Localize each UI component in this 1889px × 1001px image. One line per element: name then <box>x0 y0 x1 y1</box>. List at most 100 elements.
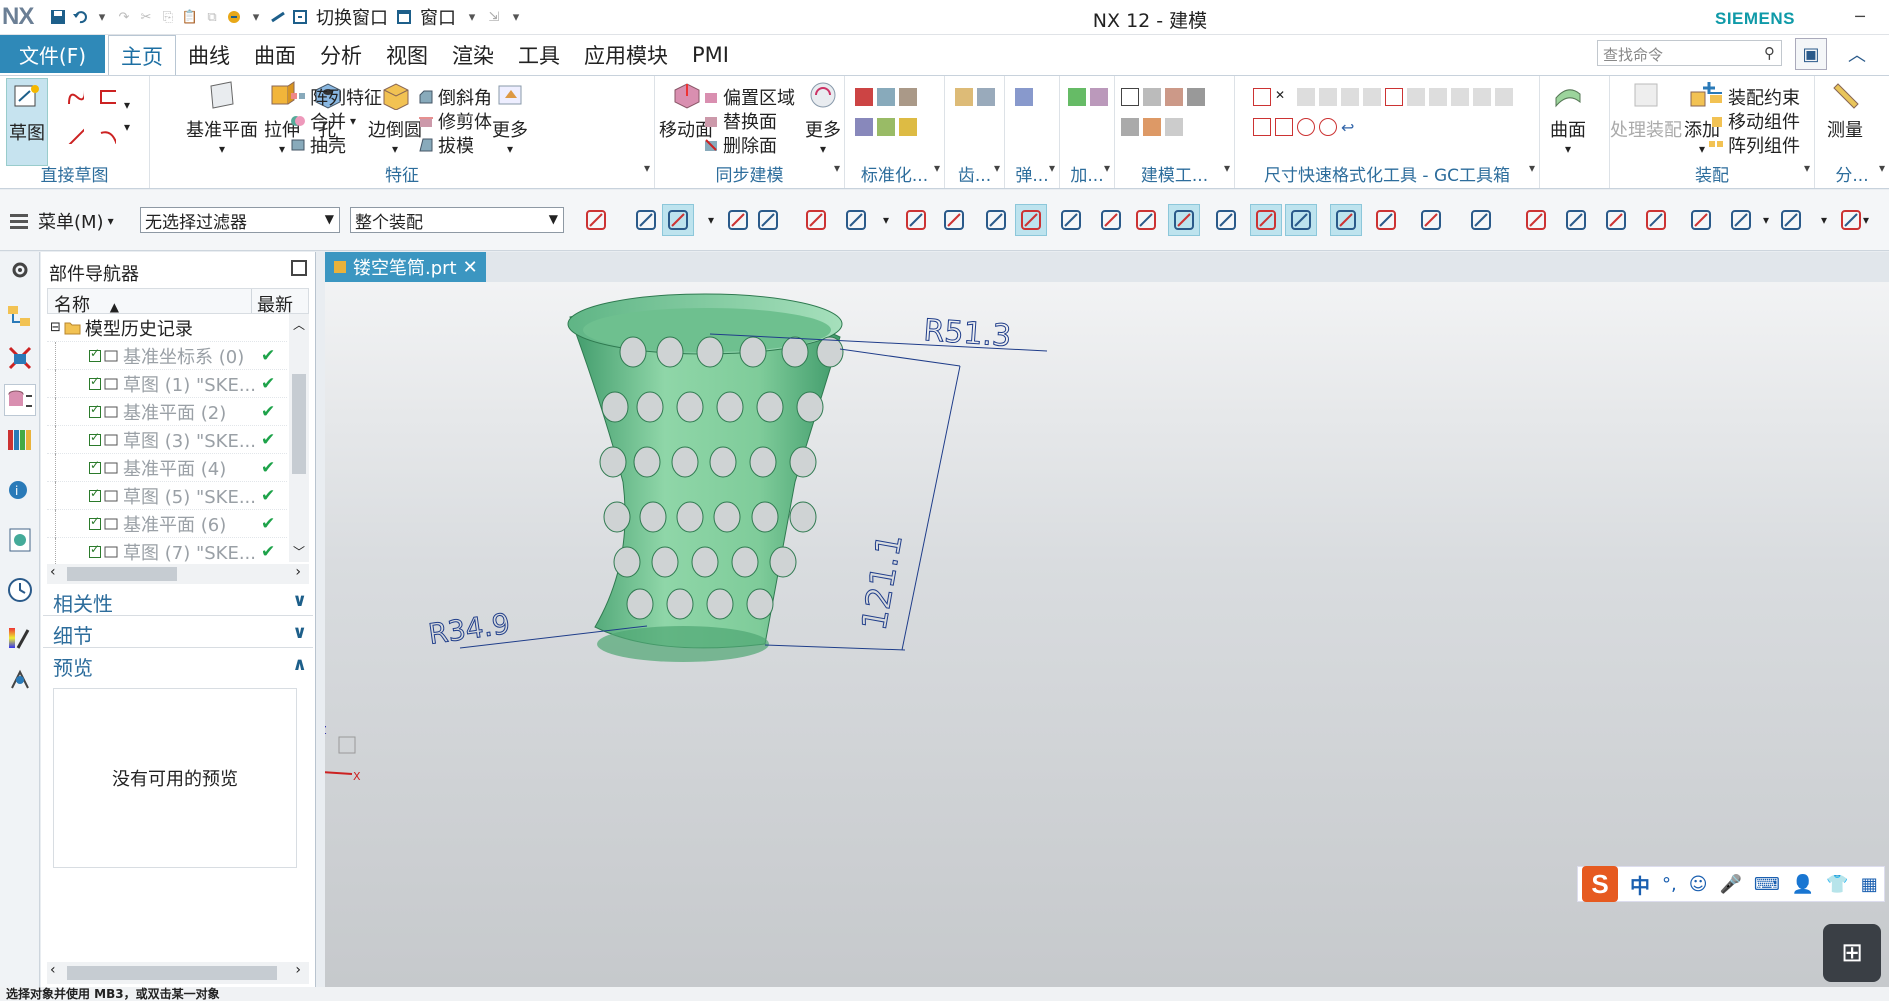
repeat-command-icon[interactable] <box>224 6 244 28</box>
gc-tool-11-icon[interactable] <box>1473 88 1491 106</box>
gc-tool-2-icon[interactable]: ✕ <box>1275 88 1293 106</box>
standard-part-icon[interactable] <box>855 88 873 106</box>
preview-horizontal-scrollbar[interactable]: ‹ › <box>47 962 309 984</box>
section-view-icon[interactable] <box>1685 204 1717 236</box>
switch-window-icon[interactable] <box>290 6 310 28</box>
qat-dropdown-icon[interactable]: ▾ <box>506 6 526 28</box>
pen-holder-model[interactable] <box>567 293 844 662</box>
standard-part-2-icon[interactable] <box>877 88 895 106</box>
punctuation-icon[interactable]: °, <box>1662 874 1677 895</box>
scroll-down-icon[interactable]: ﹀ <box>293 543 305 560</box>
gc-tool-3-icon[interactable] <box>1297 88 1315 106</box>
repeat-dropdown-icon[interactable]: ▾ <box>246 6 266 28</box>
height-dimension[interactable]: 121.1 <box>854 530 911 634</box>
sync-more-dropdown-icon[interactable]: ▾ <box>820 142 826 156</box>
profile-icon[interactable] <box>66 86 84 104</box>
column-divider[interactable] <box>251 289 252 313</box>
tab-0[interactable]: 主页 <box>108 35 176 75</box>
modeling-tool-6-icon[interactable] <box>1143 118 1161 136</box>
gc-tool-7-icon[interactable] <box>1385 88 1403 106</box>
collapse-icon[interactable]: ⊟ <box>50 320 61 335</box>
horizontal-scroll-thumb[interactable] <box>67 567 177 581</box>
render-style-dropdown-icon[interactable]: ▾ <box>1818 204 1830 236</box>
modeling-tool-5-icon[interactable] <box>1121 118 1139 136</box>
feature-more-button[interactable]: 更多 ▾ <box>492 78 528 156</box>
arc-center-snap-icon[interactable] <box>1210 204 1242 236</box>
tab-3[interactable]: 分析 <box>308 35 374 75</box>
standard-part-3-icon[interactable] <box>899 88 917 106</box>
rotate-view-icon[interactable] <box>1600 204 1632 236</box>
rectangle-icon[interactable] <box>98 86 116 104</box>
bottom-radius-dimension[interactable]: R34.9 <box>426 606 513 651</box>
datum-plane-dropdown-icon[interactable]: ▾ <box>219 142 225 156</box>
tree-item[interactable]: 基准平面 (2) ✔ <box>47 397 287 426</box>
modeling-tool-3-icon[interactable] <box>1165 88 1183 106</box>
pattern-component-button[interactable]: 阵列组件 <box>1708 132 1800 158</box>
midpoint-snap-icon[interactable] <box>1055 204 1087 236</box>
search-icon[interactable]: ⚲ <box>1764 44 1775 62</box>
system-materials-icon[interactable] <box>4 622 36 654</box>
box-selection-icon[interactable] <box>840 204 872 236</box>
rotate-selection-icon[interactable] <box>722 204 754 236</box>
tab-4[interactable]: 视图 <box>374 35 440 75</box>
assembly-constraint-button[interactable]: 装配约束 <box>1708 84 1800 110</box>
gc-tool-1-icon[interactable] <box>1253 88 1271 106</box>
modeling-tool-4-icon[interactable] <box>1187 88 1205 106</box>
preview-scroll-left-icon[interactable]: ‹ <box>50 962 56 978</box>
intersection-snap-icon[interactable] <box>1168 204 1200 236</box>
sketch-gallery-dropdown[interactable]: ▾ <box>124 120 130 134</box>
standard-part-4-icon[interactable] <box>855 118 873 136</box>
arc-icon[interactable] <box>98 126 116 144</box>
tree-item[interactable]: 基准平面 (4) ✔ <box>47 453 287 482</box>
spring-dropdown-icon[interactable]: ▾ <box>1049 161 1055 175</box>
gc-tool-5-icon[interactable] <box>1341 88 1359 106</box>
toolbox-icon[interactable]: ▦ <box>1861 874 1878 895</box>
details-section[interactable]: 细节 ∨ <box>43 620 313 648</box>
visibility-checkbox[interactable] <box>89 486 101 502</box>
move-component-button[interactable]: 移动组件 <box>1708 108 1800 134</box>
bevel-gear-icon[interactable] <box>977 88 995 106</box>
assembly-group-dropdown-icon[interactable]: ▾ <box>1804 161 1810 175</box>
offset-region-button[interactable]: 偏置区域 <box>703 84 795 110</box>
fit-view-icon[interactable] <box>1520 204 1552 236</box>
unite-button[interactable]: 合并 ▾ <box>290 108 356 134</box>
select-filter-icon[interactable] <box>662 204 694 236</box>
zoom-icon[interactable] <box>1725 204 1757 236</box>
tree-item[interactable]: 草图 (1) "SKE...✔ <box>47 369 287 398</box>
select-face-icon[interactable] <box>938 204 970 236</box>
select-body-icon[interactable] <box>900 204 932 236</box>
top-radius-dimension[interactable]: R51.3 <box>922 313 1013 355</box>
tab-6[interactable]: 工具 <box>506 35 572 75</box>
tab-5[interactable]: 渲染 <box>440 35 506 75</box>
measure-button[interactable]: 测量 <box>1827 78 1863 142</box>
gc-tool-14-icon[interactable] <box>1275 118 1293 136</box>
gc-tool-9-icon[interactable] <box>1429 88 1447 106</box>
tab-2[interactable]: 曲面 <box>242 35 308 75</box>
snap-settings-icon[interactable] <box>630 204 662 236</box>
show-hide-icon[interactable] <box>580 204 612 236</box>
visibility-checkbox[interactable] <box>89 346 101 362</box>
tree-item[interactable]: 草图 (3) "SKE...✔ <box>47 425 287 454</box>
new-note-button[interactable]: ⊞ <box>1823 924 1881 982</box>
ime-language-toggle[interactable]: 中 <box>1630 870 1650 899</box>
preview-scroll-thumb[interactable] <box>67 966 277 980</box>
tangent-point-icon[interactable] <box>1415 204 1447 236</box>
gc-tool-4-icon[interactable] <box>1319 88 1337 106</box>
visibility-checkbox[interactable] <box>89 430 101 446</box>
undo-dropdown-icon[interactable]: ▾ <box>92 6 112 28</box>
sync-more-button[interactable]: 更多 ▾ <box>805 78 841 156</box>
sogou-logo-icon[interactable]: S <box>1582 866 1618 902</box>
gc-tool-13-icon[interactable] <box>1253 118 1271 136</box>
tree-item[interactable]: 草图 (7) "SKE...✔ <box>47 537 287 564</box>
process-studio-icon[interactable] <box>4 664 36 696</box>
cube-selection-icon[interactable] <box>800 204 832 236</box>
visibility-checkbox[interactable] <box>89 402 101 418</box>
keyboard-icon[interactable]: ⌨ <box>1754 874 1780 895</box>
collapse-ribbon-icon[interactable]: ︿ <box>1841 38 1873 70</box>
add-tool-2-icon[interactable] <box>1090 88 1108 106</box>
edge-blend-button[interactable]: 边倒圆 ▾ <box>368 78 422 156</box>
resource-bar-settings-icon[interactable] <box>4 254 36 286</box>
analysis-dropdown-icon[interactable]: ▾ <box>1879 161 1885 175</box>
gear-dropdown-icon[interactable]: ▾ <box>994 161 1000 175</box>
constraint-navigator-icon[interactable] <box>4 342 36 374</box>
